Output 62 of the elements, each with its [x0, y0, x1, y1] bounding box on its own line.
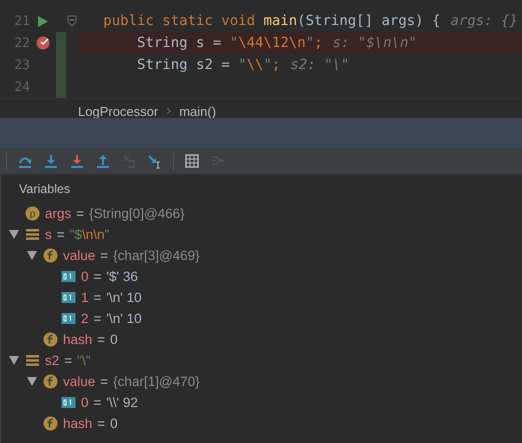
panel-title: Variables	[18, 181, 72, 198]
code-token: (String[] args) {	[297, 13, 440, 29]
variable-entry[interactable]: value = {char[1]@470}	[63, 374, 200, 389]
array-element-icon	[61, 311, 76, 326]
expand-arrow-icon[interactable]	[27, 251, 37, 260]
variable-entry[interactable]: 1 = '\n' 10	[81, 290, 142, 305]
variable-icon	[25, 353, 40, 368]
inline-value-hint: args: {}	[450, 13, 518, 29]
expand-arrow-icon[interactable]	[9, 356, 19, 365]
field-icon	[43, 248, 58, 263]
inline-value-hint: s: "$\n\n"	[332, 35, 417, 51]
run-icon[interactable]	[38, 16, 48, 26]
line-number: 24	[13, 80, 30, 94]
code-token: ;	[272, 57, 280, 73]
breadcrumb-item[interactable]: LogProcessor	[78, 104, 158, 118]
line-number: 21	[13, 14, 30, 28]
field-icon	[43, 374, 58, 389]
code-token: \\	[246, 57, 264, 73]
variable-entry[interactable]: 0 = '$' 36	[81, 269, 138, 284]
array-element-icon	[61, 290, 76, 305]
force-step-into-icon[interactable]	[70, 154, 84, 168]
code-token: main	[263, 13, 298, 29]
code-token: =	[220, 57, 231, 73]
code-token: \44\12\n	[238, 35, 306, 51]
field-icon	[43, 332, 58, 347]
variable-entry[interactable]: 2 = '\n' 10	[81, 311, 142, 326]
variable-entry[interactable]: 0 = '\\' 92	[81, 395, 138, 410]
line-number: 23	[13, 58, 30, 72]
step-out-icon[interactable]	[96, 154, 110, 168]
code-token: "	[263, 57, 272, 73]
parameter-icon: p	[25, 206, 40, 221]
code-token: s2	[196, 57, 213, 73]
array-element-icon	[61, 395, 76, 410]
code-token: ;	[314, 35, 323, 51]
variable-entry[interactable]: args = {String[0]@466}	[45, 206, 185, 221]
variable-entry[interactable]: s = "$\n\n"	[45, 227, 110, 242]
code-token: public static void	[103, 13, 256, 29]
code-token: "	[306, 35, 314, 51]
breadcrumb-item[interactable]: main()	[179, 104, 216, 118]
expand-arrow-icon[interactable]	[9, 230, 19, 239]
code-token: String	[137, 57, 189, 73]
code-token: =	[212, 35, 222, 51]
variable-entry[interactable]: hash = 0	[63, 332, 118, 347]
field-icon	[43, 416, 58, 431]
variable-entry[interactable]: s2 = "\"	[45, 353, 90, 368]
breakpoint-icon[interactable]	[36, 36, 50, 50]
code-token: s	[196, 35, 204, 51]
code-token: "	[238, 57, 247, 73]
expand-arrow-icon[interactable]	[27, 377, 37, 386]
run-to-cursor-icon[interactable]	[148, 154, 162, 168]
table-icon[interactable]	[185, 154, 199, 168]
line-number: 22	[13, 36, 30, 50]
inline-value-hint: s2: "\"	[290, 57, 350, 73]
code-token: "	[230, 35, 238, 51]
chevron-icon	[166, 107, 172, 115]
variable-icon	[25, 227, 40, 242]
array-element-icon	[61, 269, 76, 284]
code-token: String	[137, 35, 189, 51]
fold-icon[interactable]	[67, 15, 77, 27]
variable-entry[interactable]: hash = 0	[63, 416, 118, 431]
variable-entry[interactable]: value = {char[3]@469}	[63, 248, 200, 263]
step-into-icon[interactable]	[44, 154, 58, 168]
